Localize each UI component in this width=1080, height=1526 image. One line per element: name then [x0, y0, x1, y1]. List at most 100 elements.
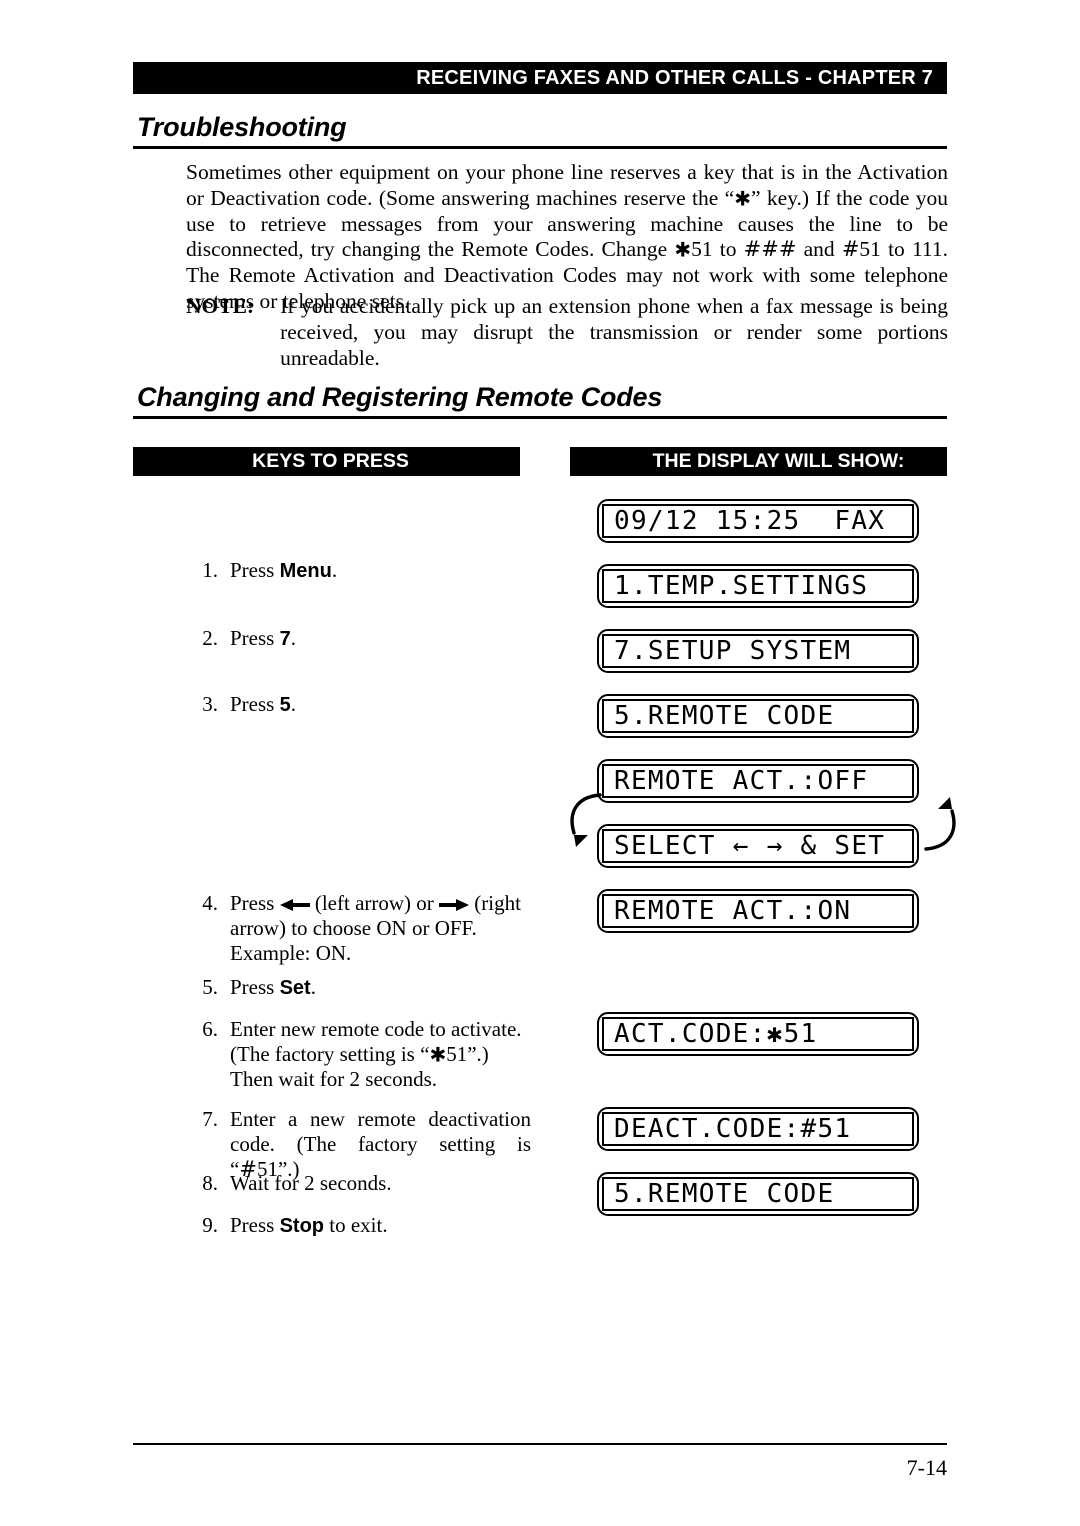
lcd-display-remote-act-off: REMOTE ACT.:OFF — [597, 759, 919, 803]
step-text: Wait for 2 seconds. — [230, 1171, 392, 1195]
step-suffix: . — [310, 975, 316, 999]
left-arrow-icon — [279, 899, 310, 911]
key-label: 7 — [279, 628, 291, 650]
lcd-display-act-code: ACT.CODE:✱51 — [597, 1012, 919, 1056]
lcd-text-prefix: DEACT.CODE: — [614, 1114, 801, 1144]
step-prefix: Press — [230, 891, 280, 915]
note-text: If you accidentally pick up an extension… — [280, 294, 948, 370]
loop-arrow-left-icon — [570, 793, 602, 847]
step-prefix: Press — [230, 975, 280, 999]
lcd-screen: 09/12 15:25 FAX — [602, 504, 914, 538]
list-item: 6. Enter new remote code to activate. (T… — [186, 1017, 531, 1092]
right-arrow-icon — [439, 899, 470, 911]
key-label: 5 — [279, 694, 291, 716]
lcd-text-suffix: 51 — [817, 1114, 852, 1144]
lcd-screen: 1.TEMP.SETTINGS — [602, 569, 914, 603]
key-label: Set — [279, 977, 311, 999]
step-text: Press 7. — [230, 626, 531, 652]
step-number: 3. — [202, 692, 218, 716]
column-header-label: KEYS TO PRESS — [252, 450, 409, 472]
asterisk-icon: ✱ — [429, 1042, 447, 1067]
lcd-text: SELECT ← → & SET — [614, 831, 886, 861]
lcd-display-datetime: 09/12 15:25 FAX — [597, 499, 919, 543]
step-text: Press Stop to exit. — [230, 1213, 531, 1239]
asterisk-icon: ✱ — [674, 237, 692, 262]
list-item: 4. Press (left arrow) or (right arrow) t… — [186, 891, 531, 966]
list-item: 5. Press Set. — [186, 975, 531, 1001]
lcd-screen: REMOTE ACT.:ON — [602, 894, 914, 928]
heading-rule — [133, 146, 947, 149]
step-text: Press 5. — [230, 692, 531, 718]
step-number: 8. — [202, 1171, 218, 1195]
lcd-text: REMOTE ACT.:ON — [614, 896, 852, 926]
step-number: 9. — [202, 1213, 218, 1237]
step-number: 7. — [202, 1107, 218, 1131]
lcd-display-remote-code: 5.REMOTE CODE — [597, 694, 919, 738]
list-item: 8. Wait for 2 seconds. — [186, 1171, 531, 1196]
lcd-text: DEACT.CODE:#51 — [604, 1114, 852, 1146]
step-number: 4. — [202, 891, 218, 915]
lcd-text: 5.REMOTE CODE — [614, 1179, 835, 1209]
column-header-keys-to-press: KEYS TO PRESS — [133, 447, 520, 476]
lcd-screen: 7.SETUP SYSTEM — [602, 634, 914, 668]
lcd-screen: SELECT ← → & SET — [602, 829, 914, 863]
lcd-text: ACT.CODE:✱51 — [604, 1019, 818, 1051]
lcd-screen: 5.REMOTE CODE — [602, 1177, 914, 1211]
step-number: 2. — [202, 626, 218, 650]
lcd-cursor-char: ✱ — [766, 1019, 784, 1051]
column-header-display-will-show: THE DISPLAY WILL SHOW: — [570, 447, 947, 476]
step-suffix: . — [290, 626, 296, 650]
lcd-text: 5.REMOTE CODE — [614, 701, 835, 731]
para-text-3: 51 to — [691, 237, 744, 262]
lcd-cursor-char: # — [800, 1114, 818, 1146]
list-item: 3. Press 5. — [186, 692, 531, 718]
lcd-text-suffix: 51 — [783, 1019, 818, 1049]
step-prefix: Press — [230, 1213, 280, 1237]
step-text: Press Menu. — [230, 558, 531, 584]
footer-rule — [133, 1443, 947, 1445]
step-number: 1. — [202, 558, 218, 582]
list-item: 1. Press Menu. — [186, 558, 531, 584]
step-prefix: Press — [230, 558, 280, 582]
lcd-screen: DEACT.CODE:#51 — [602, 1112, 914, 1146]
list-item: 2. Press 7. — [186, 626, 531, 652]
lcd-text-prefix: ACT.CODE: — [614, 1019, 767, 1049]
asterisk-icon: ✱ — [734, 186, 751, 211]
column-header-label: THE DISPLAY WILL SHOW: — [652, 450, 905, 472]
step-suffix: . — [331, 558, 338, 582]
lcd-text: 1.TEMP.SETTINGS — [614, 571, 869, 601]
loop-arrow-right-icon — [924, 797, 956, 851]
lcd-display-setup-system: 7.SETUP SYSTEM — [597, 629, 919, 673]
step-suffix: . — [290, 692, 296, 716]
note-block: NOTE: If you accidentally pick up an ext… — [186, 294, 948, 371]
section-title: Troubleshooting — [137, 112, 347, 142]
lcd-screen: ACT.CODE:✱51 — [602, 1017, 914, 1051]
lcd-screen: REMOTE ACT.:OFF — [602, 764, 914, 798]
lcd-display-temp-settings: 1.TEMP.SETTINGS — [597, 564, 919, 608]
hash-icon: # — [841, 237, 860, 262]
step-number: 6. — [202, 1017, 218, 1041]
key-label: Menu — [279, 560, 332, 582]
step-number: 5. — [202, 975, 218, 999]
step-arrow-left-label: (left arrow) or — [309, 891, 440, 915]
lcd-text: 7.SETUP SYSTEM — [614, 636, 852, 666]
step-text: Press Set. — [230, 975, 531, 1001]
troubleshooting-paragraph: Sometimes other equipment on your phone … — [186, 160, 948, 315]
step-prefix: Press — [230, 626, 280, 650]
list-item: 9. Press Stop to exit. — [186, 1213, 531, 1239]
lcd-display-select-and-set: SELECT ← → & SET — [597, 824, 919, 868]
lcd-display-deact-code: DEACT.CODE:#51 — [597, 1107, 919, 1151]
note-label: NOTE: — [186, 294, 255, 318]
lcd-text: REMOTE ACT.:OFF — [614, 766, 869, 796]
page-number: 7-14 — [906, 1455, 947, 1480]
running-head-bar: RECEIVING FAXES AND OTHER CALLS - CHAPTE… — [133, 62, 947, 94]
section-heading-troubleshooting: Troubleshooting — [133, 112, 947, 149]
hash-icon: ### — [743, 237, 797, 262]
lcd-display-remote-act-on: REMOTE ACT.:ON — [597, 889, 919, 933]
step-suffix: to exit. — [324, 1213, 388, 1237]
section-heading-remote-codes: Changing and Registering Remote Codes — [133, 382, 947, 419]
lcd-display-remote-code-2: 5.REMOTE CODE — [597, 1172, 919, 1216]
key-label: Stop — [279, 1215, 325, 1237]
heading-rule — [133, 416, 947, 419]
lcd-screen: 5.REMOTE CODE — [602, 699, 914, 733]
